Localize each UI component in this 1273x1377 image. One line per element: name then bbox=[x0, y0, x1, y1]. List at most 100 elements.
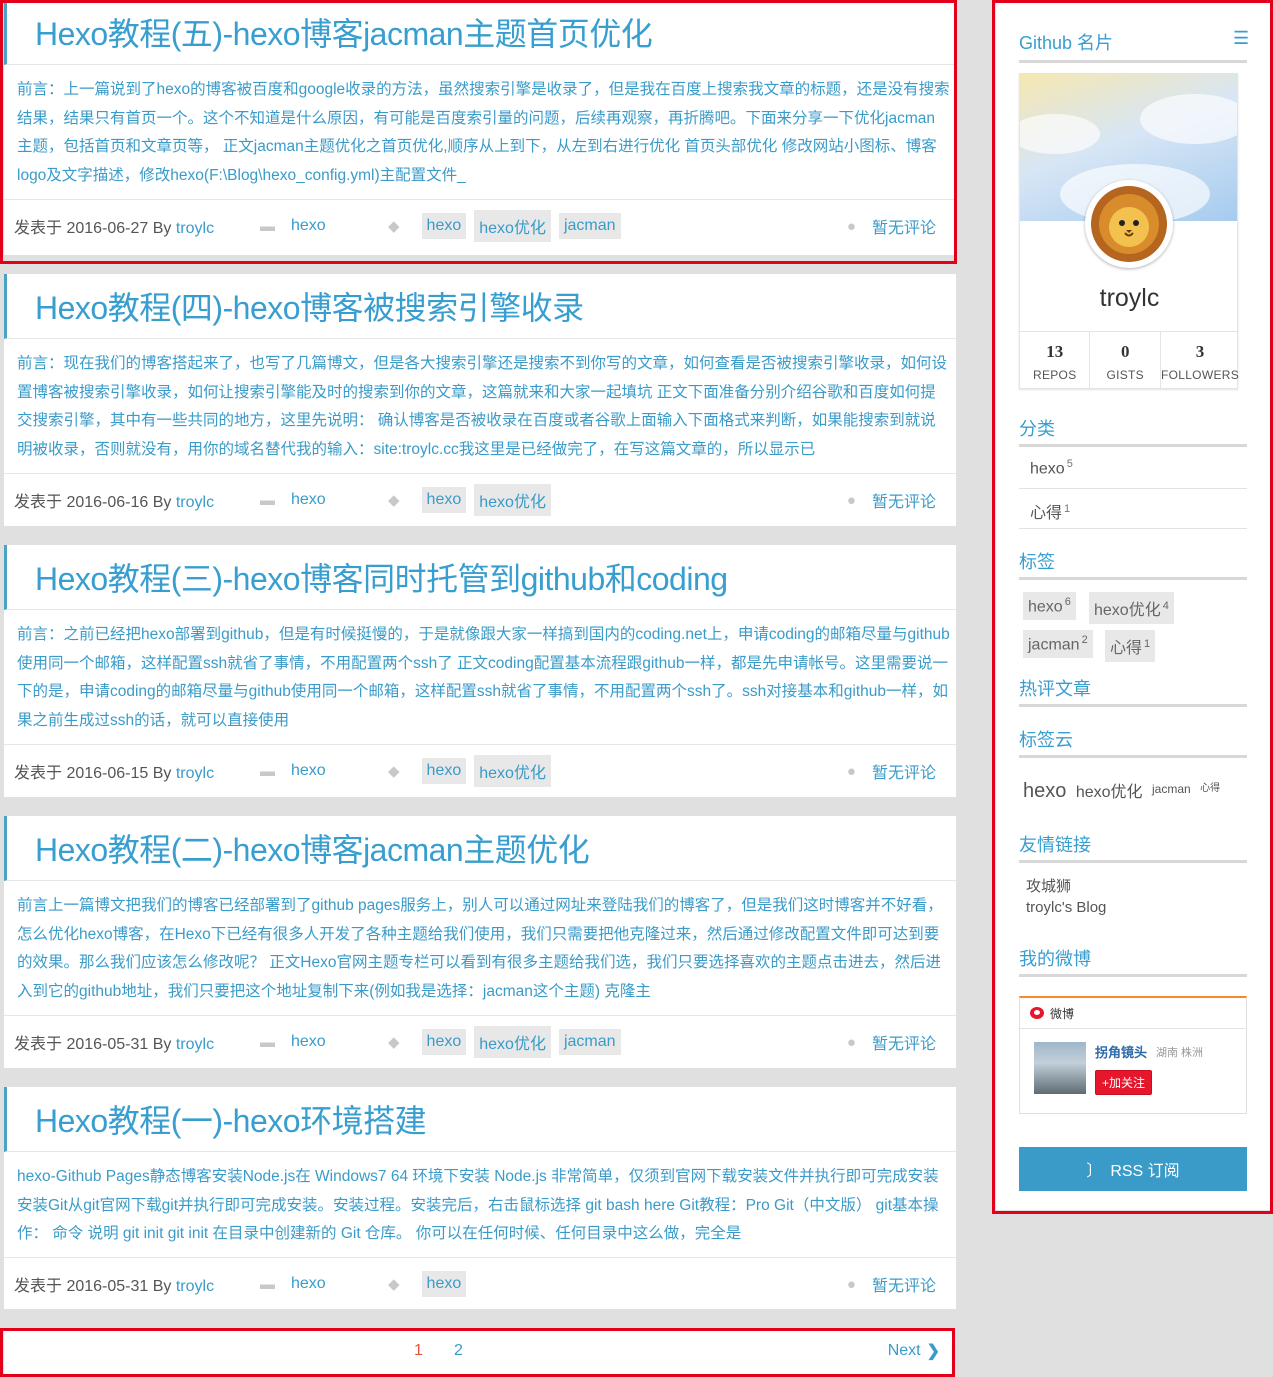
post-tag[interactable]: hexo优化 bbox=[474, 484, 551, 516]
sidebar-tag[interactable]: hexo优化 4 bbox=[1089, 592, 1174, 624]
cloud-tag[interactable]: hexo bbox=[1023, 780, 1066, 802]
stat-repos[interactable]: 13 REPOS bbox=[1020, 332, 1091, 388]
divider bbox=[1019, 755, 1247, 758]
post-date-text: 发表于 2016-06-15 By bbox=[14, 765, 176, 782]
post-category-link[interactable]: hexo bbox=[291, 491, 326, 509]
post-category: ▬ hexo bbox=[260, 1033, 326, 1051]
comment-icon: ● bbox=[846, 491, 856, 509]
sidebar-tag[interactable]: hexo 6 bbox=[1023, 592, 1076, 621]
post-card: Hexo教程(五)-hexo博客jacman主题首页优化 前言：上一篇说到了he… bbox=[4, 0, 956, 255]
cloud-tag[interactable]: hexo优化 bbox=[1076, 784, 1143, 801]
folder-icon: ▬ bbox=[260, 1033, 275, 1051]
post-tag[interactable]: hexo bbox=[421, 487, 467, 513]
category-item[interactable]: hexo 5 bbox=[1030, 458, 1073, 478]
post-excerpt[interactable]: 前言上一篇博文把我们的博客已经部署到了github pages服务上，别人可以通… bbox=[4, 881, 956, 1016]
post-category: ▬ hexo bbox=[260, 762, 326, 780]
avatar[interactable] bbox=[1085, 180, 1173, 268]
post-date: 发表于 2016-06-15 By troylc bbox=[14, 759, 214, 783]
post-title[interactable]: Hexo教程(一)-hexo环境搭建 bbox=[35, 1096, 427, 1142]
stat-followers[interactable]: 3 FOLLOWERS bbox=[1161, 332, 1239, 388]
post-header: Hexo教程(二)-hexo博客jacman主题优化 bbox=[4, 816, 956, 881]
next-page-button[interactable]: Next ❯ bbox=[888, 1341, 940, 1361]
post-meta: 发表于 2016-06-16 By troylc ▬ hexo ◆ hexo h… bbox=[4, 474, 956, 526]
post-card: Hexo教程(一)-hexo环境搭建 hexo-Github Pages静态博客… bbox=[4, 1087, 956, 1309]
post-title[interactable]: Hexo教程(五)-hexo博客jacman主题首页优化 bbox=[35, 9, 653, 55]
post-title[interactable]: Hexo教程(三)-hexo博客同时托管到github和coding bbox=[35, 554, 728, 600]
post-tag[interactable]: hexo bbox=[421, 213, 467, 239]
category-item[interactable]: 心得 1 bbox=[1030, 499, 1070, 523]
page-2-link[interactable]: 2 bbox=[454, 1342, 463, 1360]
post-author-link[interactable]: troylc bbox=[176, 1036, 214, 1053]
weibo-follow-button[interactable]: +加关注 bbox=[1095, 1070, 1153, 1095]
post-comments-link[interactable]: 暂无评论 bbox=[872, 488, 936, 512]
post-excerpt[interactable]: 前言：现在我们的博客搭起来了，也写了几篇博文，但是各大搜索引擎还是搜索不到你写的… bbox=[4, 339, 956, 474]
post-category-link[interactable]: hexo bbox=[291, 1033, 326, 1051]
github-card: troylc 13 REPOS 0 GISTS 3 FOLLOWERS bbox=[1019, 73, 1239, 389]
post-tag[interactable]: jacman bbox=[558, 213, 621, 239]
sidebar-tag[interactable]: jacman 2 bbox=[1023, 630, 1093, 659]
post-date-text: 发表于 2016-06-16 By bbox=[14, 494, 176, 511]
tag-name: hexo bbox=[1028, 598, 1063, 616]
folder-icon: ▬ bbox=[260, 491, 275, 509]
friend-link[interactable]: troylc's Blog bbox=[1026, 899, 1106, 916]
post-date: 发表于 2016-06-16 By troylc bbox=[14, 488, 214, 512]
comment-icon: ● bbox=[846, 217, 856, 235]
post-date: 发表于 2016-05-31 By troylc bbox=[14, 1272, 214, 1296]
comment-icon: ● bbox=[846, 762, 856, 780]
links-title: 友情链接 bbox=[1019, 835, 1091, 855]
post-tag[interactable]: hexo优化 bbox=[474, 1026, 551, 1058]
post-date: 发表于 2016-05-31 By troylc bbox=[14, 1030, 214, 1054]
post-tag[interactable]: hexo优化 bbox=[474, 755, 551, 787]
tag-cloud: hexo hexo优化 jacman 心得 bbox=[1023, 778, 1225, 803]
cloud-tag[interactable]: 心得 bbox=[1200, 783, 1220, 794]
page-1-link[interactable]: 1 bbox=[414, 1342, 423, 1360]
post-tag[interactable]: hexo bbox=[421, 758, 467, 784]
divider bbox=[1019, 444, 1247, 447]
post-title[interactable]: Hexo教程(四)-hexo博客被搜索引擎收录 bbox=[35, 283, 584, 329]
stat-number: 0 bbox=[1120, 342, 1130, 361]
post-excerpt[interactable]: 前言：上一篇说到了hexo的博客被百度和google收录的方法，虽然搜索引擎是收… bbox=[4, 65, 956, 200]
comment-icon: ● bbox=[846, 1033, 856, 1051]
post-date-text: 发表于 2016-06-27 By bbox=[14, 220, 176, 237]
post-meta: 发表于 2016-05-31 By troylc ▬ hexo ◆ hexo ●… bbox=[4, 1258, 956, 1310]
post-title[interactable]: Hexo教程(二)-hexo博客jacman主题优化 bbox=[35, 825, 590, 871]
post-tags: ◆ hexo hexo优化 bbox=[388, 484, 551, 516]
sidebar-tag[interactable]: 心得 1 bbox=[1105, 630, 1156, 662]
post-author-link[interactable]: troylc bbox=[176, 220, 214, 237]
post-comments-link[interactable]: 暂无评论 bbox=[872, 214, 936, 238]
post-author-link[interactable]: troylc bbox=[176, 494, 214, 511]
post-comments: ● 暂无评论 bbox=[847, 1272, 936, 1296]
friend-link[interactable]: 攻城狮 bbox=[1026, 875, 1071, 896]
post-comments-link[interactable]: 暂无评论 bbox=[872, 1030, 936, 1054]
post-tag[interactable]: hexo优化 bbox=[474, 210, 551, 242]
post-author-link[interactable]: troylc bbox=[176, 765, 214, 782]
post-category-link[interactable]: hexo bbox=[291, 217, 326, 235]
post-tag[interactable]: jacman bbox=[558, 1029, 621, 1055]
post-card: Hexo教程(二)-hexo博客jacman主题优化 前言上一篇博文把我们的博客… bbox=[4, 816, 956, 1068]
cloud-tag[interactable]: jacman bbox=[1152, 782, 1191, 796]
rss-button[interactable]: 〕 RSS 订阅 bbox=[1019, 1147, 1247, 1191]
comment-icon: ● bbox=[846, 1275, 856, 1293]
post-category-link[interactable]: hexo bbox=[291, 762, 326, 780]
post-author-link[interactable]: troylc bbox=[176, 1278, 214, 1295]
divider bbox=[1019, 974, 1247, 977]
github-username[interactable]: troylc bbox=[1020, 284, 1239, 313]
post-date: 发表于 2016-06-27 By troylc bbox=[14, 214, 214, 238]
stat-gists[interactable]: 0 GISTS bbox=[1090, 332, 1161, 388]
post-excerpt[interactable]: 前言：之前已经把hexo部署到github，但是有时候挺慢的，于是就像跟大家一样… bbox=[4, 610, 956, 745]
post-meta: 发表于 2016-05-31 By troylc ▬ hexo ◆ hexo h… bbox=[4, 1016, 956, 1068]
post-category-link[interactable]: hexo bbox=[291, 1275, 326, 1293]
tag-cloud-title: 标签云 bbox=[1019, 730, 1073, 750]
weibo-username[interactable]: 拐角镜头 bbox=[1095, 1042, 1147, 1061]
post-comments-link[interactable]: 暂无评论 bbox=[872, 1272, 936, 1296]
weibo-avatar[interactable] bbox=[1034, 1042, 1086, 1094]
menu-icon[interactable]: ☰ bbox=[1233, 28, 1249, 49]
next-label: Next bbox=[887, 1342, 921, 1359]
post-tag[interactable]: hexo bbox=[421, 1271, 467, 1297]
post-comments-link[interactable]: 暂无评论 bbox=[872, 759, 936, 783]
tag-name: jacman bbox=[1028, 636, 1080, 654]
rss-label: RSS 订阅 bbox=[1110, 1163, 1180, 1180]
post-tag[interactable]: hexo bbox=[421, 1029, 467, 1055]
post-excerpt[interactable]: hexo-Github Pages静态博客安装Node.js在 Windows7… bbox=[4, 1152, 956, 1258]
post-header: Hexo教程(五)-hexo博客jacman主题首页优化 bbox=[4, 0, 956, 65]
